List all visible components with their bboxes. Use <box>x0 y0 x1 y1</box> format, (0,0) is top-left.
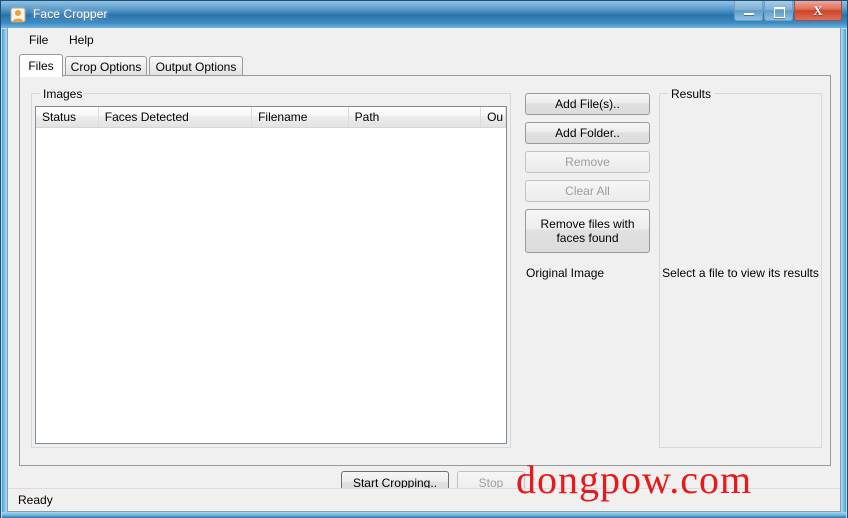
tab-control: Files Crop Options Output Options Images… <box>19 54 831 466</box>
images-list-view[interactable]: Status Faces Detected Filename Path Ou <box>35 106 507 444</box>
tab-crop-options[interactable]: Crop Options <box>65 56 147 76</box>
tab-page-files: Images Status Faces Detected Filename Pa… <box>19 75 831 466</box>
window-controls: X <box>733 1 842 23</box>
menu-bar: File Help <box>8 28 840 50</box>
close-button[interactable]: X <box>794 1 842 21</box>
clear-all-button[interactable]: Clear All <box>525 180 650 202</box>
column-header-status[interactable]: Status <box>36 107 99 127</box>
close-icon: X <box>813 2 823 18</box>
menu-item-file[interactable]: File <box>22 31 55 49</box>
remove-button[interactable]: Remove <box>525 151 650 173</box>
face-app-icon <box>10 7 26 23</box>
window-title: Face Cropper <box>33 7 108 21</box>
maximize-button[interactable] <box>764 1 793 21</box>
tab-files[interactable]: Files <box>19 54 63 77</box>
application-window: Face Cropper X File Help Files Crop Opti… <box>0 0 848 518</box>
column-header-path[interactable]: Path <box>349 107 482 127</box>
results-group-label: Results <box>668 87 715 101</box>
menu-item-help[interactable]: Help <box>62 31 101 49</box>
minimize-button[interactable] <box>734 1 763 21</box>
window-frame-bottom-edge <box>2 512 846 518</box>
status-bar: Ready <box>8 488 840 511</box>
results-panel: Select a file to view its results <box>662 104 819 441</box>
client-area: File Help Files Crop Options Output Opti… <box>7 28 841 512</box>
add-files-button[interactable]: Add File(s).. <box>525 93 650 115</box>
tab-strip: Files Crop Options Output Options <box>19 54 831 77</box>
remove-files-with-faces-found-button[interactable]: Remove files with faces found <box>525 209 650 253</box>
minimize-icon <box>743 13 754 15</box>
column-header-faces-detected[interactable]: Faces Detected <box>99 107 253 127</box>
images-group-label: Images <box>40 87 86 101</box>
status-bar-text: Ready <box>18 493 53 507</box>
column-header-output[interactable]: Ou <box>481 107 506 127</box>
results-group-box: Results Select a file to view its result… <box>659 87 822 448</box>
images-group-box: Images Status Faces Detected Filename Pa… <box>31 87 511 448</box>
title-bar-glow <box>1 1 847 14</box>
add-folder-button[interactable]: Add Folder.. <box>525 122 650 144</box>
maximize-icon <box>773 7 785 18</box>
column-header-filename[interactable]: Filename <box>252 107 349 127</box>
list-view-body[interactable] <box>36 128 506 443</box>
tab-output-options[interactable]: Output Options <box>149 56 243 76</box>
list-view-header: Status Faces Detected Filename Path Ou <box>36 107 506 128</box>
results-empty-message: Select a file to view its results <box>662 265 819 280</box>
title-bar[interactable]: Face Cropper X <box>1 1 847 28</box>
original-image-label: Original Image <box>526 266 605 280</box>
